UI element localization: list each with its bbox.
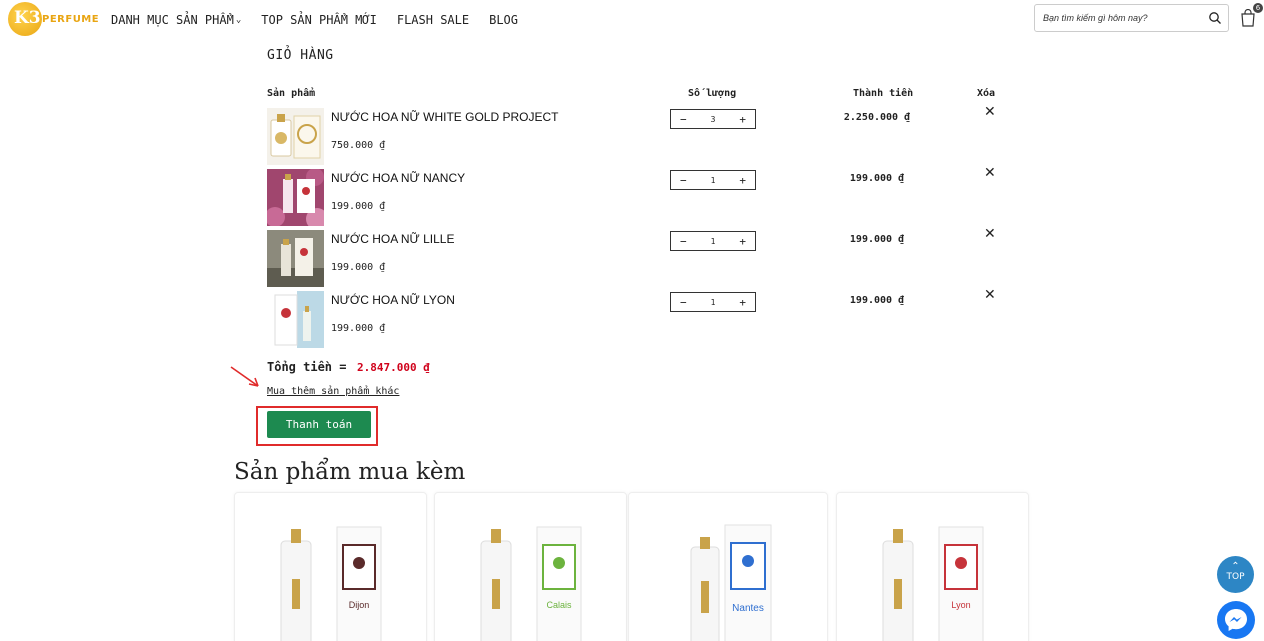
cart-count-badge: 6: [1253, 3, 1263, 13]
product-label: Nantes: [732, 603, 764, 614]
decrease-qty-button[interactable]: −: [680, 113, 687, 126]
product-name[interactable]: NƯỚC HOA NỮ NANCY: [331, 171, 465, 185]
nav-item-blog[interactable]: BLOG: [489, 13, 518, 27]
close-icon[interactable]: ✕: [984, 287, 996, 303]
product-label: Calais: [546, 600, 572, 610]
cart-title: GIỎ HÀNG: [267, 48, 334, 63]
product-image: Dijon: [280, 526, 382, 641]
product-price: 750.000 ₫: [331, 140, 386, 151]
column-header-total: Thành tiền: [853, 88, 914, 99]
site-header: K3 PERFUME DANH MỤC SẢN PHẨM ⌄ TOP SẢN P…: [0, 0, 1264, 38]
product-image: Calais: [480, 526, 582, 641]
checkout-button[interactable]: Thanh toán: [267, 411, 371, 438]
product-image: Lyon: [882, 526, 984, 641]
related-products-title: Sản phẩm mua kèm: [234, 459, 466, 485]
cart-item: NƯỚC HOA NỮ WHITE GOLD PROJECT 750.000 ₫…: [267, 104, 1007, 166]
product-price: 199.000 ₫: [331, 201, 386, 212]
line-total: 2.250.000 ₫: [843, 112, 911, 123]
product-label: Lyon: [951, 600, 970, 610]
quantity-stepper: − 1 +: [670, 170, 756, 190]
nav-label: FLASH SALE: [396, 13, 470, 27]
product-thumbnail[interactable]: [267, 291, 324, 348]
back-to-top-button[interactable]: ⌃ TOP: [1217, 556, 1254, 593]
increase-qty-button[interactable]: +: [739, 174, 746, 187]
logo-text: PERFUME: [42, 14, 100, 25]
product-card[interactable]: Calais: [434, 492, 627, 641]
line-total: 199.000 ₫: [849, 234, 905, 245]
line-total: 199.000 ₫: [849, 295, 905, 306]
chevron-down-icon: ⌄: [235, 15, 242, 25]
decrease-qty-button[interactable]: −: [680, 174, 687, 187]
increase-qty-button[interactable]: +: [739, 235, 746, 248]
nav-label: BLOG: [489, 13, 518, 27]
quantity-stepper: − 3 +: [670, 109, 756, 129]
cart-item: NƯỚC HOA NỮ NANCY 199.000 ₫ − 1 + 199.00…: [267, 165, 1007, 227]
messenger-button[interactable]: [1217, 601, 1255, 639]
quantity-stepper: − 1 +: [670, 292, 756, 312]
product-name[interactable]: NƯỚC HOA NỮ LYON: [331, 293, 455, 307]
search-input[interactable]: [1035, 5, 1205, 31]
close-icon[interactable]: ✕: [984, 104, 996, 120]
search-icon[interactable]: [1208, 11, 1222, 25]
column-header-delete: Xóa: [977, 88, 996, 99]
close-icon[interactable]: ✕: [984, 165, 996, 181]
product-card[interactable]: Lyon: [836, 492, 1029, 641]
quantity-stepper: − 1 +: [670, 231, 756, 251]
product-card[interactable]: Nantes: [628, 492, 828, 641]
cart-total-value: 2.847.000 ₫: [357, 361, 430, 374]
cart-item: NƯỚC HOA NỮ LYON 199.000 ₫ − 1 + 199.000…: [267, 287, 1007, 349]
product-name[interactable]: NƯỚC HOA NỮ LILLE: [331, 232, 455, 246]
product-card[interactable]: Dijon: [234, 492, 427, 641]
search-box: [1034, 4, 1229, 32]
shopping-bag-icon[interactable]: [1240, 9, 1256, 27]
close-icon[interactable]: ✕: [984, 226, 996, 242]
product-label: Dijon: [349, 600, 370, 610]
increase-qty-button[interactable]: +: [739, 113, 746, 126]
product-thumbnail[interactable]: [267, 169, 324, 226]
decrease-qty-button[interactable]: −: [680, 296, 687, 309]
product-price: 199.000 ₫: [331, 323, 386, 334]
qty-value[interactable]: 3: [711, 115, 716, 124]
back-to-top-label: TOP: [1226, 572, 1245, 582]
main-nav: DANH MỤC SẢN PHẨM ⌄ TOP SẢN PHẨM MỚI FLA…: [111, 13, 538, 27]
messenger-icon: [1225, 609, 1247, 631]
increase-qty-button[interactable]: +: [739, 296, 746, 309]
product-name[interactable]: NƯỚC HOA NỮ WHITE GOLD PROJECT: [331, 110, 558, 124]
logo[interactable]: K3 PERFUME: [8, 2, 99, 36]
qty-value[interactable]: 1: [711, 237, 716, 246]
qty-value[interactable]: 1: [711, 176, 716, 185]
nav-item-new-products[interactable]: TOP SẢN PHẨM MỚI: [261, 13, 377, 27]
column-header-qty: Số lượng: [688, 88, 737, 99]
nav-item-categories[interactable]: DANH MỤC SẢN PHẨM ⌄: [111, 13, 241, 27]
nav-label: TOP SẢN PHẨM MỚI: [261, 13, 377, 27]
product-thumbnail[interactable]: [267, 108, 324, 165]
cart-item: NƯỚC HOA NỮ LILLE 199.000 ₫ − 1 + 199.00…: [267, 226, 1007, 288]
chevron-up-icon: ⌃: [1231, 561, 1240, 572]
nav-label: DANH MỤC SẢN PHẨM: [111, 13, 234, 27]
decrease-qty-button[interactable]: −: [680, 235, 687, 248]
nav-item-flash-sale[interactable]: FLASH SALE: [397, 13, 469, 27]
line-total: 199.000 ₫: [849, 173, 905, 184]
product-image: Nantes: [690, 524, 772, 641]
column-header-product: Sản phẩm: [267, 88, 316, 99]
product-thumbnail[interactable]: [267, 230, 324, 287]
annotation-arrow-icon: [230, 366, 259, 387]
logo-mark-text: K3: [14, 8, 41, 28]
continue-shopping-link[interactable]: Mua thêm sản phẩm khác: [267, 386, 399, 397]
cart-total-label: Tổng tiền =: [267, 360, 347, 374]
product-price: 199.000 ₫: [331, 262, 386, 273]
qty-value[interactable]: 1: [711, 298, 716, 307]
